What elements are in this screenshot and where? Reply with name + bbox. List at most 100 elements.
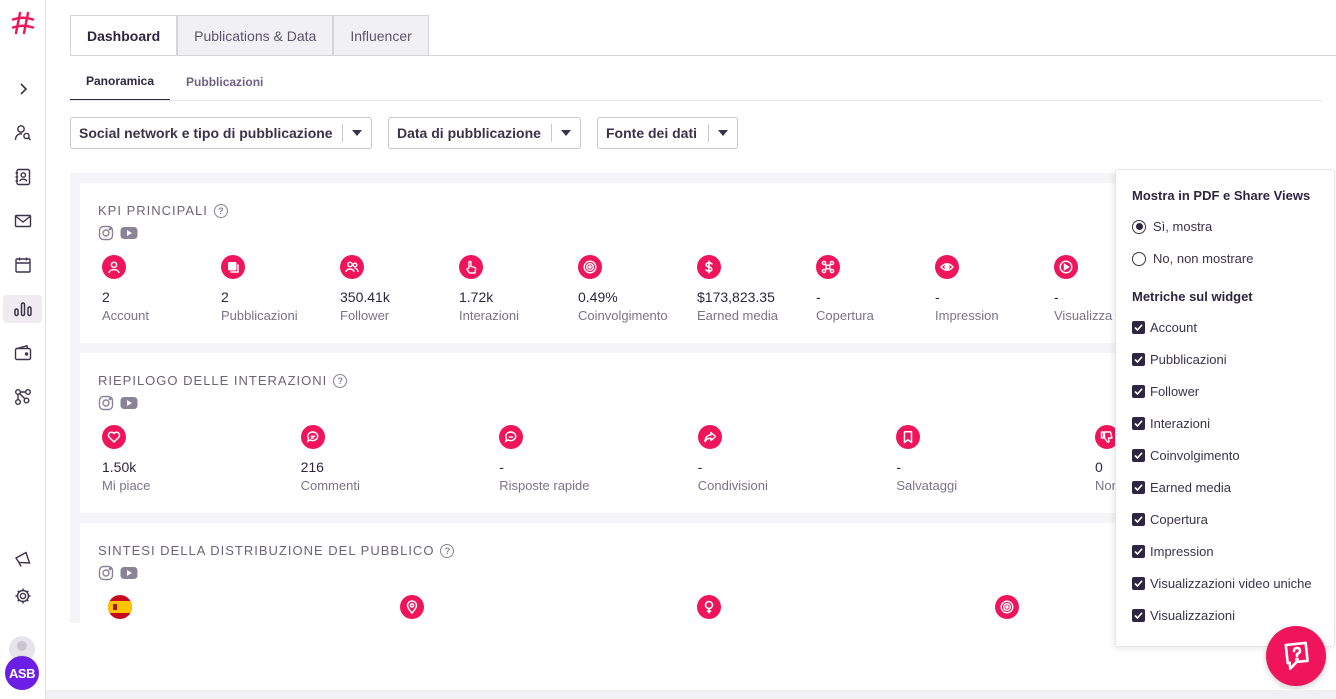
metric-value: 2 xyxy=(102,289,110,305)
settings-gear-icon[interactable] xyxy=(11,584,35,608)
metric-impression: - Impression xyxy=(935,255,999,323)
subtabs-divider xyxy=(70,100,1322,101)
checkbox-checked-icon xyxy=(1132,577,1145,590)
mail-icon[interactable] xyxy=(11,209,35,233)
help-chat-button[interactable] xyxy=(1266,626,1326,686)
tabs-divider xyxy=(70,55,1336,56)
checkbox-impression[interactable]: Impression xyxy=(1132,544,1214,559)
tap-icon xyxy=(459,255,483,279)
wallet-icon[interactable] xyxy=(11,341,35,365)
logo-hashtag-icon[interactable] xyxy=(10,10,36,36)
help-icon[interactable]: ? xyxy=(213,203,228,218)
expand-chevron-icon[interactable] xyxy=(11,77,35,101)
checkbox-visualizzazioni[interactable]: Visualizzazioni xyxy=(1132,608,1235,623)
interactions-card: RIEPILOGO DELLE INTERAZIONI ? 1.50k Mi pi… xyxy=(80,353,1130,513)
checkbox-copertura[interactable]: Copertura xyxy=(1132,512,1208,527)
instagram-icon xyxy=(98,395,114,411)
user-search-icon[interactable] xyxy=(11,121,35,145)
subtab-panoramica[interactable]: Panoramica xyxy=(70,62,171,101)
instagram-icon xyxy=(98,225,114,241)
card-title-text: RIEPILOGO DELLE INTERAZIONI xyxy=(98,373,328,388)
metric-value: 0.49% xyxy=(578,289,618,305)
user-icon xyxy=(102,255,126,279)
filter-label: Social network e tipo di pubblicazione xyxy=(79,125,333,141)
publications-icon xyxy=(221,255,245,279)
metric-commenti: 216 Commenti xyxy=(300,425,360,493)
metric-label: Condivisioni xyxy=(697,478,768,493)
metric-label: Commenti xyxy=(300,478,360,493)
network-icons xyxy=(98,225,138,241)
main-tabs: Dashboard Publications & Data Influencer xyxy=(70,15,429,56)
calendar-icon[interactable] xyxy=(11,253,35,277)
bookmark-icon xyxy=(896,425,921,449)
help-icon[interactable]: ? xyxy=(440,543,455,558)
radio-show-no[interactable]: No, non mostrare xyxy=(1132,251,1253,266)
audience-card-title: SINTESI DELLA DISTRIBUZIONE DEL PUBBLICO… xyxy=(98,543,455,558)
filter-publication-date[interactable]: Data di pubblicazione xyxy=(388,117,581,149)
caret-down-icon xyxy=(343,130,371,136)
location-pin-icon xyxy=(400,595,424,619)
checkbox-checked-icon xyxy=(1132,545,1145,558)
checkbox-label: Earned media xyxy=(1150,480,1231,495)
dashboard-content: KPI PRINCIPALI ? 2 Account 2 Pubblicazioni 3… xyxy=(70,173,1130,623)
checkbox-interazioni[interactable]: Interazioni xyxy=(1132,416,1210,431)
metric-copertura: - Copertura xyxy=(816,255,874,323)
megaphone-icon[interactable] xyxy=(11,547,35,571)
metric-condivisioni: - Condivisioni xyxy=(697,425,768,493)
radio-show-yes[interactable]: Sì, mostra xyxy=(1132,219,1212,234)
chat-question-icon xyxy=(1284,641,1309,670)
checkbox-follower[interactable]: Follower xyxy=(1132,384,1199,399)
metric-visualizza: - Visualizza xyxy=(1054,255,1112,323)
share-icon xyxy=(697,425,722,449)
user-avatar[interactable]: ASB xyxy=(5,656,39,690)
filter-social-network[interactable]: Social network e tipo di pubblicazione xyxy=(70,117,372,149)
card-title-text: SINTESI DELLA DISTRIBUZIONE DEL PUBBLICO xyxy=(98,543,435,558)
checkbox-label: Coinvolgimento xyxy=(1150,448,1240,463)
help-icon[interactable]: ? xyxy=(333,373,348,388)
instagram-icon xyxy=(98,565,114,581)
dollar-icon xyxy=(697,255,721,279)
checkbox-checked-icon xyxy=(1132,449,1145,462)
metric-risposte-rapide: - Risposte rapide xyxy=(499,425,590,493)
target-icon xyxy=(995,595,1019,619)
metric-mi-piace: 1.50k Mi piace xyxy=(102,425,150,493)
subtab-pubblicazioni[interactable]: Pubblicazioni xyxy=(170,62,279,101)
tab-dashboard[interactable]: Dashboard xyxy=(70,15,178,56)
metric-value: 1.72k xyxy=(459,289,494,305)
card-title-text: KPI PRINCIPALI xyxy=(98,203,208,218)
checkbox-visualizzazioni-video-uniche[interactable]: Visualizzazioni video uniche xyxy=(1132,576,1312,591)
checkbox-label: Visualizzazioni xyxy=(1150,608,1236,623)
network-icons xyxy=(98,395,138,411)
filter-data-source[interactable]: Fonte dei dati xyxy=(597,117,738,149)
checkbox-pubblicazioni[interactable]: Pubblicazioni xyxy=(1132,352,1227,367)
checkbox-earned-media[interactable]: Earned media xyxy=(1132,480,1231,495)
metric-earned-media: $173,823.35 Earned media xyxy=(697,255,778,323)
tab-influencer[interactable]: Influencer xyxy=(333,15,429,56)
panel-show-title: Mostra in PDF e Share Views xyxy=(1132,188,1311,203)
radio-selected-icon xyxy=(1132,219,1146,234)
tab-publications-data[interactable]: Publications & Data xyxy=(177,15,334,56)
metric-value: - xyxy=(816,289,821,305)
interactions-card-title: RIEPILOGO DELLE INTERAZIONI ? xyxy=(98,373,348,388)
checkbox-label: Account xyxy=(1150,320,1197,335)
analytics-bar-chart-icon[interactable] xyxy=(11,297,35,321)
checkbox-coinvolgimento[interactable]: Coinvolgimento xyxy=(1132,448,1240,463)
checkbox-checked-icon xyxy=(1132,481,1145,494)
checkbox-checked-icon xyxy=(1132,417,1145,430)
metric-salvataggi: - Salvataggi xyxy=(896,425,957,493)
checkbox-account[interactable]: Account xyxy=(1132,320,1197,335)
metric-value: 216 xyxy=(300,459,324,475)
eye-icon xyxy=(935,255,959,279)
sidebar: ASB xyxy=(0,0,46,699)
metric-label: Visualizza xyxy=(1054,308,1113,323)
metric-label: Earned media xyxy=(697,308,778,323)
checkbox-label: Follower xyxy=(1150,384,1200,399)
bottom-bar xyxy=(46,690,1336,699)
youtube-icon xyxy=(120,567,138,579)
checkbox-checked-icon xyxy=(1132,609,1145,622)
metric-label: Coinvolgimento xyxy=(578,308,668,323)
contacts-icon[interactable] xyxy=(11,165,35,189)
integrations-icon[interactable] xyxy=(11,385,35,409)
spain-flag-icon xyxy=(108,595,132,623)
sub-tabs: Panoramica Pubblicazioni xyxy=(70,62,279,101)
